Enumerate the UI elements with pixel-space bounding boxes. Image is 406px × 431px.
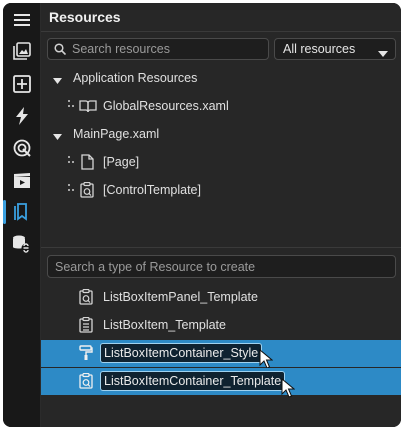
list-clipboard-icon [79, 316, 93, 336]
control-template-icon [80, 181, 94, 201]
tree-group-label: MainPage.xaml [73, 127, 160, 141]
template-clipboard-icon [79, 288, 93, 308]
mouse-pointer-icon [281, 377, 296, 401]
expanded-arrow-icon[interactable] [53, 130, 63, 140]
tree-group-mainpage[interactable]: MainPage.xaml [41, 123, 401, 145]
hamburger-menu-icon[interactable] [3, 5, 40, 35]
resources-bookmark-icon[interactable] [3, 197, 40, 227]
lightning-icon[interactable] [3, 101, 40, 131]
media-icon[interactable] [3, 166, 40, 196]
create-resource-search[interactable] [47, 255, 396, 278]
create-item-listboxitempanel-template[interactable]: ListBoxItemPanel_Template [41, 284, 401, 311]
tree-item-globalresources[interactable]: GlobalResources.xaml [41, 95, 401, 117]
search-input[interactable] [72, 42, 262, 56]
create-item-label: ListBoxItemContainer_Template [100, 371, 286, 391]
panel-title: Resources [49, 9, 121, 25]
resource-filter-dropdown[interactable]: All resources [274, 38, 396, 60]
gallery-icon[interactable] [3, 36, 40, 66]
activity-bar [3, 3, 41, 427]
search-box[interactable] [47, 38, 269, 60]
search-icon [54, 43, 66, 55]
database-link-icon[interactable] [3, 229, 40, 259]
pane-splitter[interactable] [41, 247, 401, 248]
chevron-down-icon [378, 47, 388, 61]
template-clipboard-icon [79, 372, 93, 392]
tree-connector-icon [67, 154, 77, 166]
create-item-label: ListBoxItem_Template [103, 318, 226, 332]
expanded-arrow-icon[interactable] [53, 74, 63, 84]
tree-group-application-resources[interactable]: Application Resources [41, 67, 401, 89]
resources-window: Resources All resources Application Reso… [3, 3, 401, 427]
create-resource-input[interactable] [55, 259, 375, 274]
tree-item-label: [ControlTemplate] [103, 183, 201, 197]
paint-roller-icon [79, 345, 93, 364]
create-item-listboxitemcontainer-style[interactable]: ListBoxItemContainer_Style [41, 340, 401, 369]
tree-group-label: Application Resources [73, 71, 198, 85]
tree-connector-icon [67, 98, 77, 110]
filter-selected-value: All resources [283, 42, 356, 56]
create-item-label: ListBoxItemContainer_Style [100, 343, 263, 363]
add-box-icon[interactable] [3, 69, 40, 99]
create-item-listboxitem-template[interactable]: ListBoxItem_Template [41, 312, 401, 339]
tree-item-controltemplate[interactable]: [ControlTemplate] [41, 179, 401, 201]
tree-item-label: [Page] [103, 155, 140, 169]
create-item-label: ListBoxItemPanel_Template [103, 290, 258, 304]
page-icon [81, 154, 94, 173]
resources-panel: Resources All resources Application Reso… [41, 3, 401, 427]
target-icon[interactable] [3, 133, 40, 163]
tree-connector-icon [67, 182, 77, 194]
open-book-icon [79, 99, 97, 116]
tree-item-label: GlobalResources.xaml [103, 99, 229, 113]
create-item-listboxitemcontainer-template[interactable]: ListBoxItemContainer_Template [41, 368, 401, 398]
tree-item-page[interactable]: [Page] [41, 151, 401, 173]
divider [41, 31, 401, 32]
